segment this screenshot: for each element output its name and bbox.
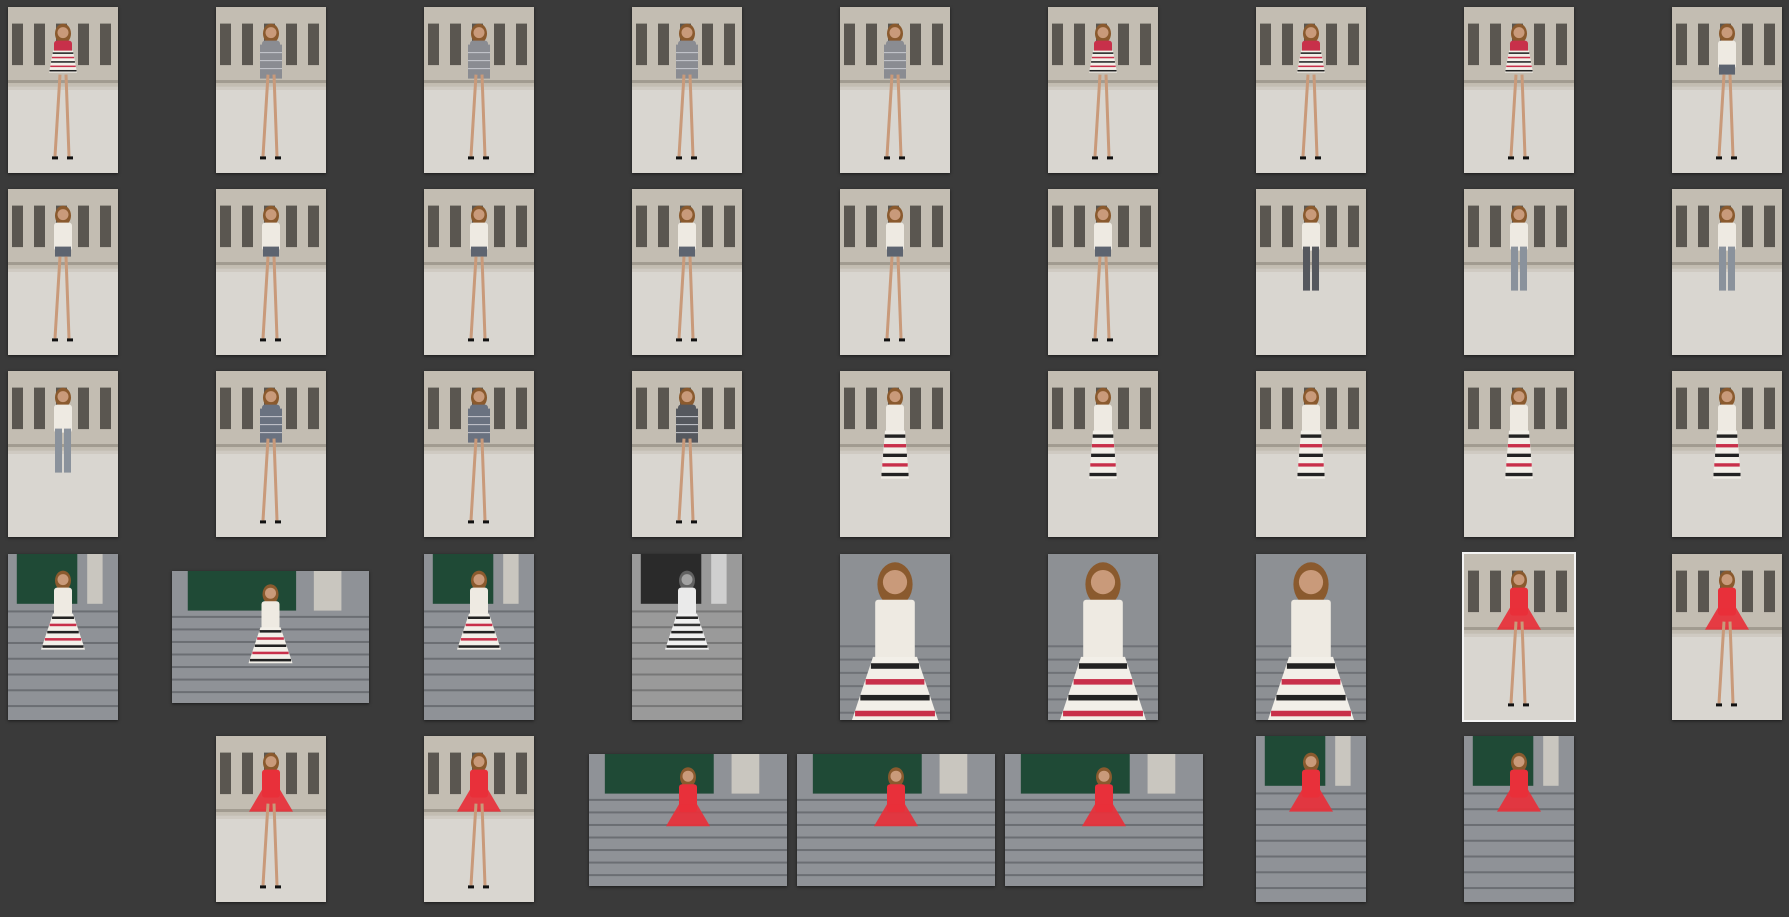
photo-image	[840, 554, 950, 720]
photo-thumbnail[interactable]	[424, 189, 534, 355]
photo-image	[1048, 189, 1158, 355]
photo-thumbnail[interactable]	[216, 371, 326, 537]
photo-thumbnail[interactable]	[424, 371, 534, 537]
photo-image	[424, 371, 534, 537]
photo-image	[1464, 554, 1574, 720]
photo-thumbnail[interactable]	[1048, 554, 1158, 720]
photo-image	[1005, 754, 1203, 886]
photo-thumbnail[interactable]	[632, 371, 742, 537]
photo-thumbnail[interactable]	[172, 571, 369, 703]
photo-image	[1672, 7, 1782, 173]
photo-image	[216, 736, 326, 902]
photo-image	[8, 7, 118, 173]
photo-image	[1464, 736, 1574, 902]
photo-image	[840, 371, 950, 537]
photo-image	[1464, 371, 1574, 537]
photo-thumbnail[interactable]	[8, 554, 118, 720]
photo-thumbnail[interactable]	[840, 371, 950, 537]
photo-image	[1256, 371, 1366, 537]
photo-thumbnail[interactable]	[424, 7, 534, 173]
photo-image	[1048, 554, 1158, 720]
photo-image	[8, 554, 118, 720]
photo-thumbnail[interactable]	[1464, 7, 1574, 173]
photo-image	[8, 189, 118, 355]
photo-thumbnail[interactable]	[8, 371, 118, 537]
photo-thumbnail[interactable]	[1256, 736, 1366, 902]
photo-image	[1672, 189, 1782, 355]
photo-image	[216, 371, 326, 537]
photo-thumbnail[interactable]	[1256, 554, 1366, 720]
photo-thumbnail[interactable]	[1256, 7, 1366, 173]
photo-image	[797, 754, 995, 886]
photo-image	[1464, 7, 1574, 173]
photo-thumbnail[interactable]	[840, 7, 950, 173]
photo-image	[840, 7, 950, 173]
photo-thumbnail[interactable]	[589, 754, 787, 886]
photo-thumbnail[interactable]	[1672, 554, 1782, 720]
photo-image	[632, 7, 742, 173]
photo-thumbnail[interactable]	[1464, 736, 1574, 902]
photo-image	[216, 7, 326, 173]
photo-thumbnail[interactable]	[632, 554, 742, 720]
photo-image	[1672, 371, 1782, 537]
photo-image	[424, 736, 534, 902]
photo-image	[216, 189, 326, 355]
photo-image	[8, 371, 118, 537]
photo-image	[632, 371, 742, 537]
photo-thumbnail[interactable]	[632, 7, 742, 173]
photo-thumbnail[interactable]	[632, 189, 742, 355]
photo-image	[1048, 371, 1158, 537]
photo-image	[632, 189, 742, 355]
photo-thumbnail[interactable]	[1048, 189, 1158, 355]
photo-thumbnail[interactable]	[8, 189, 118, 355]
photo-grid	[0, 0, 1789, 917]
photo-thumbnail[interactable]	[1256, 189, 1366, 355]
photo-thumbnail[interactable]	[840, 554, 950, 720]
photo-thumbnail[interactable]	[8, 7, 118, 173]
photo-thumbnail[interactable]	[1464, 189, 1574, 355]
photo-image	[1672, 554, 1782, 720]
photo-thumbnail[interactable]	[1672, 371, 1782, 537]
photo-thumbnail[interactable]	[1464, 371, 1574, 537]
photo-thumbnail[interactable]	[216, 7, 326, 173]
photo-image	[1256, 736, 1366, 902]
photo-image	[1256, 7, 1366, 173]
photo-thumbnail[interactable]	[1256, 371, 1366, 537]
photo-thumbnail[interactable]	[1048, 371, 1158, 537]
photo-thumbnail[interactable]	[424, 736, 534, 902]
photo-thumbnail[interactable]	[1005, 754, 1203, 886]
photo-thumbnail[interactable]	[840, 189, 950, 355]
photo-thumbnail[interactable]	[1048, 7, 1158, 173]
photo-image	[424, 554, 534, 720]
photo-image	[1256, 554, 1366, 720]
photo-image	[589, 754, 787, 886]
photo-thumbnail[interactable]	[1462, 552, 1576, 722]
photo-image	[424, 7, 534, 173]
photo-image	[632, 554, 742, 720]
photo-image	[424, 189, 534, 355]
photo-thumbnail[interactable]	[797, 754, 995, 886]
photo-image	[1464, 189, 1574, 355]
photo-image	[172, 571, 369, 703]
photo-thumbnail[interactable]	[216, 736, 326, 902]
photo-image	[1256, 189, 1366, 355]
photo-image	[840, 189, 950, 355]
photo-thumbnail[interactable]	[1672, 189, 1782, 355]
photo-thumbnail[interactable]	[424, 554, 534, 720]
photo-thumbnail[interactable]	[216, 189, 326, 355]
photo-thumbnail[interactable]	[1672, 7, 1782, 173]
photo-image	[1048, 7, 1158, 173]
